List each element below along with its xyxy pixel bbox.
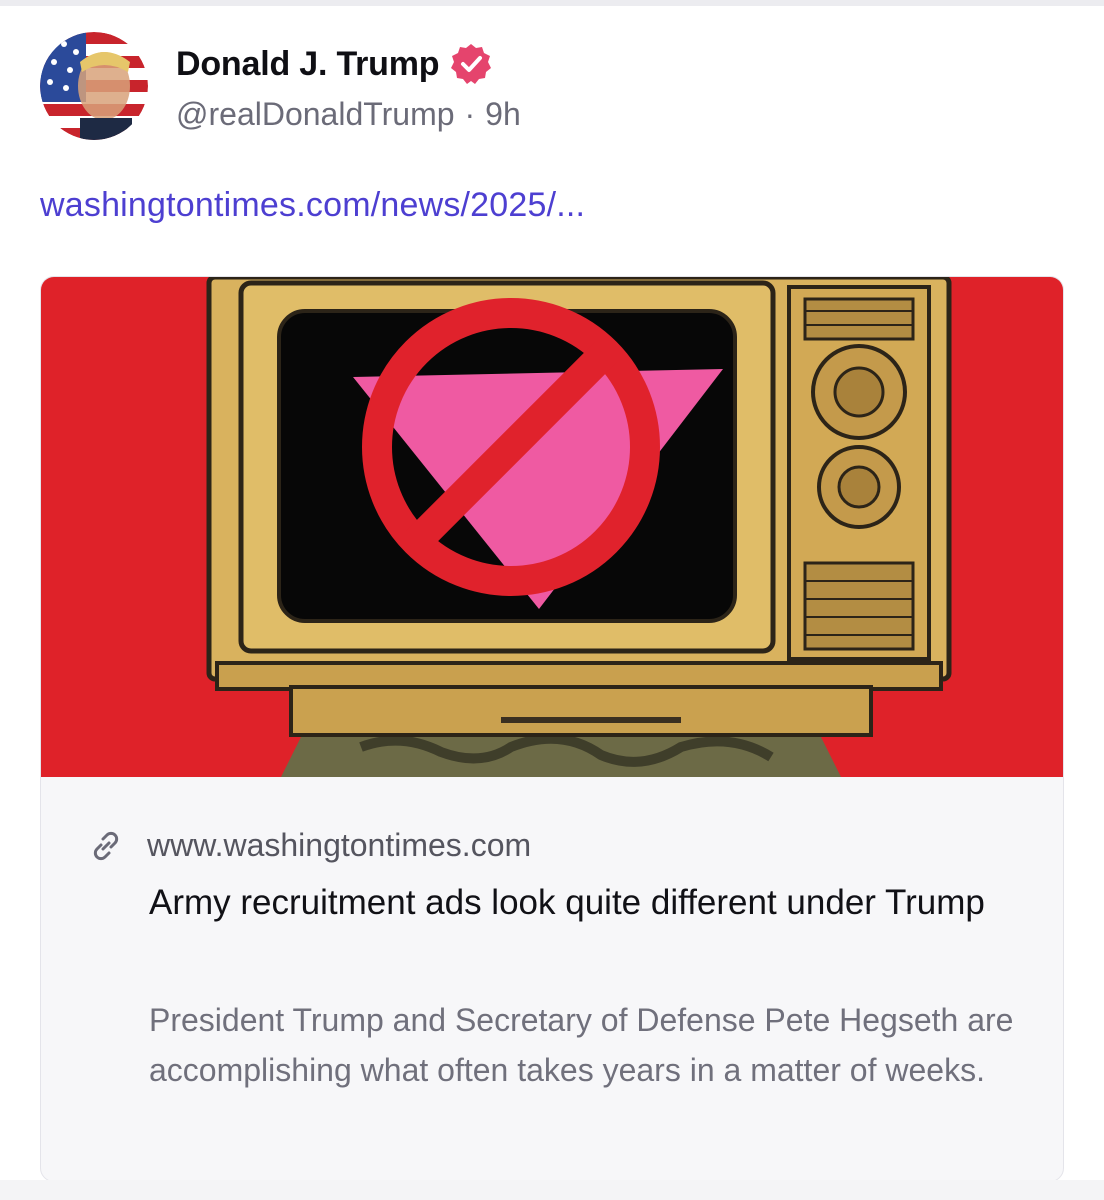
avatar-image [40,32,148,140]
link-preview-image[interactable] [41,277,1063,777]
preview-title[interactable]: Army recruitment ads look quite differen… [149,879,1019,927]
author-name[interactable]: Donald J. Trump [176,45,440,84]
avatar[interactable] [40,32,148,140]
preview-illustration [41,277,1063,777]
author-handle[interactable]: @realDonaldTrump [176,96,455,133]
bottom-divider [0,1180,1104,1200]
author-meta: @realDonaldTrump · 9h [176,96,521,133]
link-preview-body: www.washingtontimes.com Army recruitment… [41,777,1063,1181]
link-preview-card[interactable]: www.washingtontimes.com Army recruitment… [40,276,1064,1182]
preview-domain: www.washingtontimes.com [147,827,532,863]
top-divider [0,0,1104,6]
verified-badge-icon [451,44,492,84]
link-icon [93,831,119,860]
post-link[interactable]: washingtontimes.com/news/2025/... [40,186,585,225]
post-time[interactable]: 9h [485,96,521,133]
post-header: Donald J. Trump @realDonaldTrump · 9h [40,32,1060,142]
preview-domain-row: www.washingtontimes.com [89,827,531,864]
meta-separator: · [464,96,476,132]
preview-description: President Trump and Secretary of Defense… [149,1002,1014,1088]
author-name-row: Donald J. Trump [176,42,493,86]
